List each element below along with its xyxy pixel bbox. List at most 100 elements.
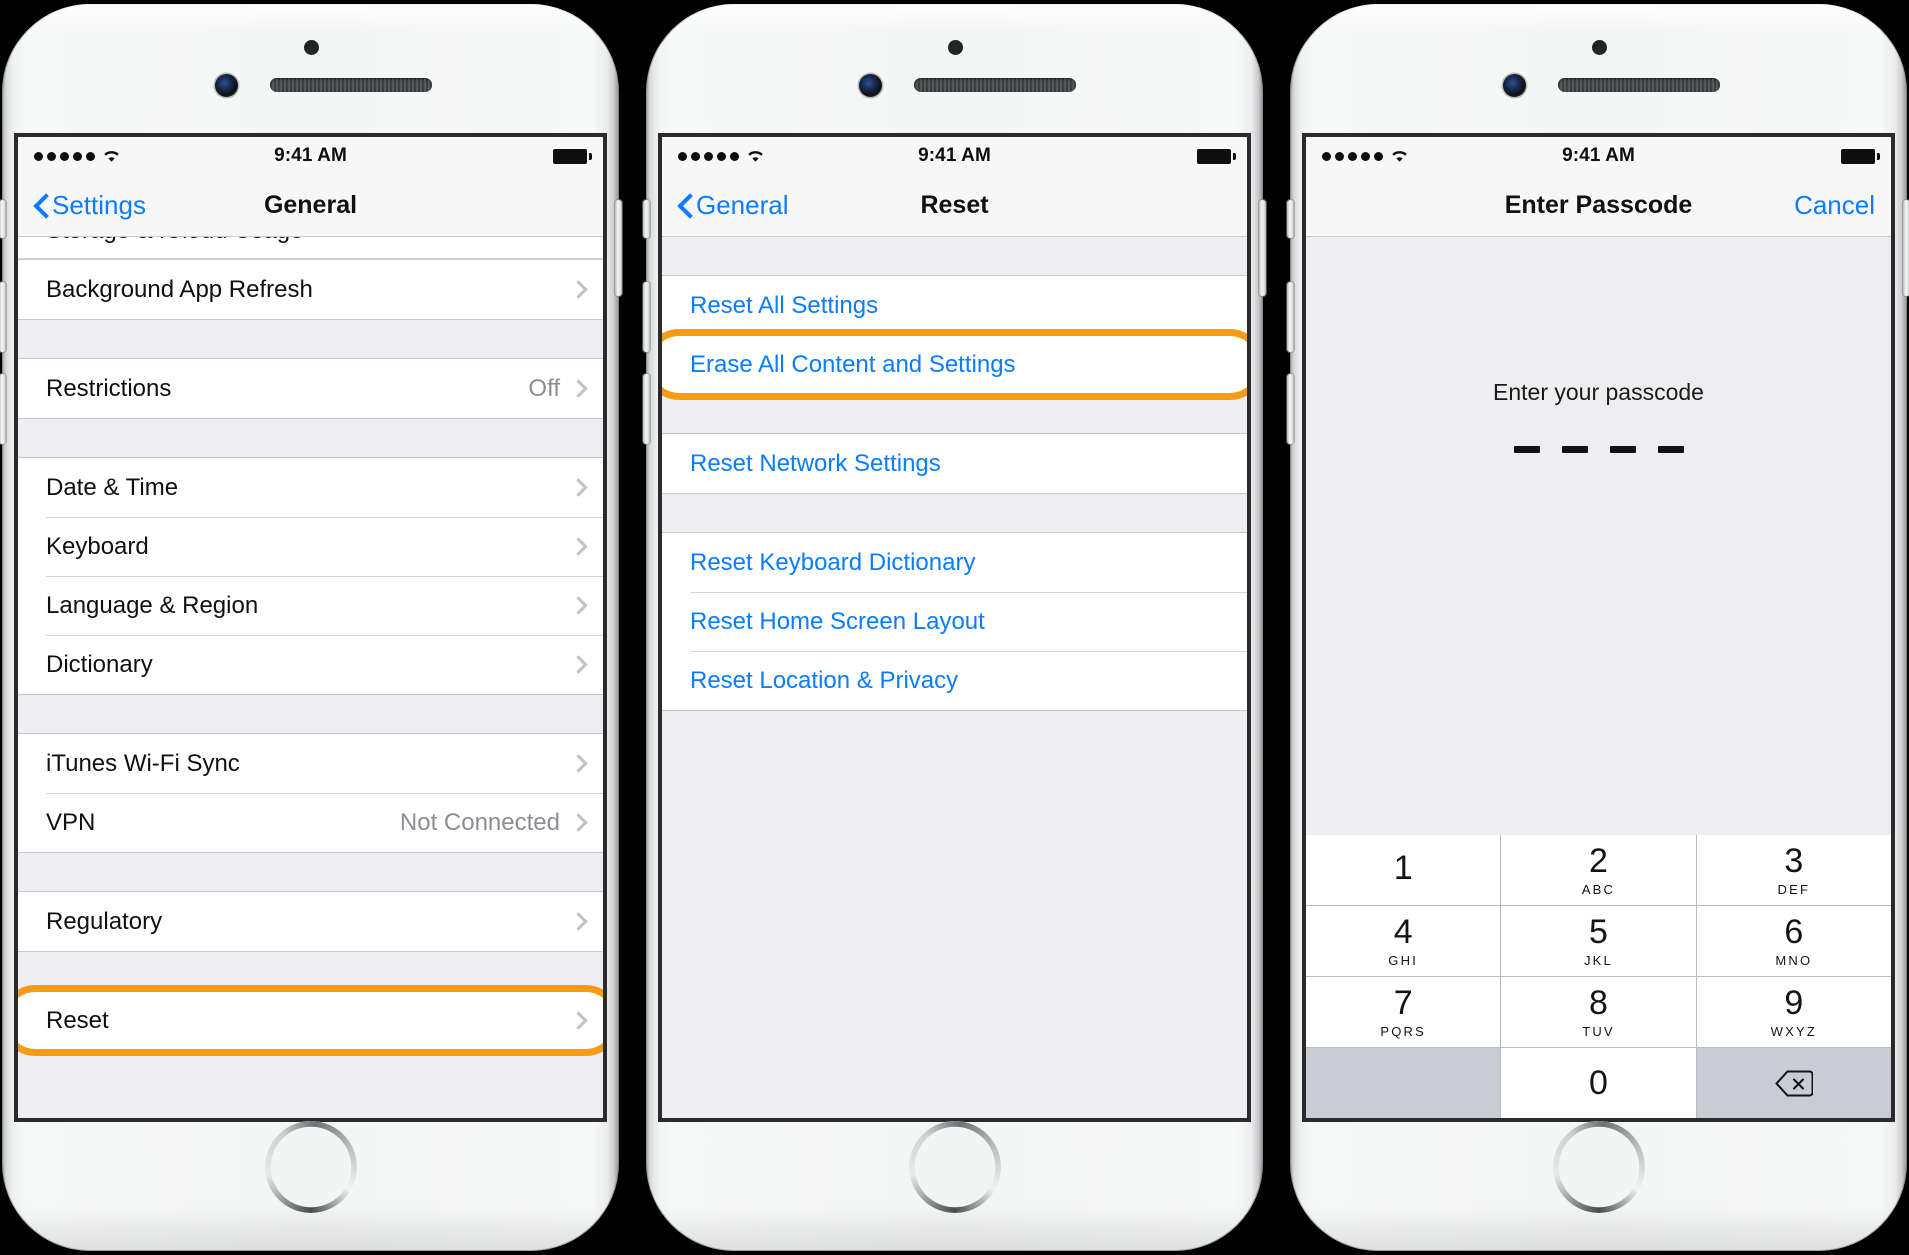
- battery-full-icon: [1197, 148, 1236, 164]
- list-item-reset-all-settings[interactable]: Reset All Settings: [662, 276, 1247, 335]
- chevron-right-icon: [569, 379, 588, 398]
- list-item-language-region[interactable]: Language & Region: [18, 576, 603, 635]
- passcode-dash: [1561, 446, 1588, 453]
- list-item-background-app-refresh[interactable]: Background App Refresh: [18, 260, 603, 319]
- keypad-letters: PQRS: [1380, 1024, 1426, 1039]
- passcode-body: Enter your passcode 1 2 ABC 3 DEF 4 GHI …: [1306, 237, 1891, 1118]
- group-spacer: [18, 952, 603, 990]
- group-spacer: [18, 695, 603, 733]
- battery-full-icon: [553, 148, 592, 164]
- chevron-right-icon: [569, 537, 588, 556]
- backspace-icon: [1774, 1070, 1814, 1097]
- group-spacer: [18, 853, 603, 891]
- group-spacer: [662, 237, 1247, 275]
- power-button[interactable]: [615, 200, 622, 296]
- list-item-itunes-wifi-sync[interactable]: iTunes Wi-Fi Sync: [18, 734, 603, 793]
- list-item-reset-network-settings[interactable]: Reset Network Settings: [662, 434, 1247, 493]
- list-item-dictionary[interactable]: Dictionary: [18, 635, 603, 694]
- keypad-digit: 7: [1393, 984, 1413, 1022]
- list-item-regulatory[interactable]: Regulatory: [18, 892, 603, 951]
- keypad-letters: TUV: [1582, 1024, 1615, 1039]
- volume-down-button[interactable]: [643, 374, 650, 444]
- keypad-digit: 9: [1784, 984, 1804, 1022]
- list-item-reset-home-screen-layout[interactable]: Reset Home Screen Layout: [662, 592, 1247, 651]
- status-bar-2: 9:41 AM: [662, 137, 1247, 175]
- passcode-dash: [1609, 446, 1636, 453]
- list-item-reset-location-privacy[interactable]: Reset Location & Privacy: [662, 651, 1247, 710]
- list-item-reset[interactable]: Reset: [18, 991, 603, 1050]
- volume-up-button[interactable]: [0, 282, 6, 352]
- keypad-digit: 5: [1589, 913, 1608, 951]
- chevron-right-icon: [569, 596, 588, 615]
- keypad-key-6[interactable]: 6 MNO: [1696, 906, 1891, 976]
- keypad-digit: 2: [1589, 842, 1608, 880]
- chevron-right-icon: [569, 912, 588, 931]
- volume-down-button[interactable]: [1287, 374, 1294, 444]
- keypad-letters: ABC: [1581, 882, 1616, 897]
- keypad-digit: 3: [1784, 842, 1804, 880]
- cancel-button[interactable]: Cancel: [1794, 190, 1875, 221]
- screenshot-stage: 9:41 AM Settings General Storage & iClou…: [0, 0, 1909, 1255]
- list-item-date-time[interactable]: Date & Time: [18, 458, 603, 517]
- numeric-keypad: 1 2 ABC 3 DEF 4 GHI 5 JKL 6 MNO 7 PQRS 8…: [1306, 835, 1891, 1118]
- list-item-erase-all-content-and-settings[interactable]: Erase All Content and Settings: [662, 335, 1247, 394]
- keypad-letters: DEF: [1777, 882, 1811, 897]
- silent-switch[interactable]: [1287, 200, 1294, 238]
- nav-bar-general: Settings General: [18, 175, 603, 237]
- back-button-general[interactable]: General: [678, 190, 789, 221]
- list-item-label: Erase All Content and Settings: [690, 350, 1016, 378]
- back-button-settings[interactable]: Settings: [34, 190, 146, 221]
- list-item-restrictions[interactable]: Restrictions Off: [18, 359, 603, 418]
- battery-full-icon: [1841, 148, 1880, 164]
- status-clock: 9:41 AM: [274, 145, 347, 166]
- proximity-sensor-icon: [1591, 40, 1607, 55]
- silent-switch[interactable]: [643, 200, 650, 238]
- front-camera-icon: [858, 74, 882, 97]
- settings-list-1[interactable]: Storage & iCloud Usage Background App Re…: [18, 237, 603, 1118]
- keypad-key-4[interactable]: 4 GHI: [1306, 906, 1501, 976]
- keypad-key-delete[interactable]: [1696, 1048, 1891, 1118]
- group-spacer: [18, 1051, 603, 1111]
- keypad-digit: 8: [1589, 984, 1608, 1022]
- list-item-value: Off: [528, 374, 560, 402]
- keypad-key-1[interactable]: 1: [1306, 835, 1501, 905]
- chevron-left-icon: [678, 194, 692, 218]
- list-item-label: iTunes Wi-Fi Sync: [46, 749, 240, 777]
- home-button[interactable]: [1552, 1121, 1645, 1213]
- volume-down-button[interactable]: [0, 374, 6, 444]
- settings-group-2: Restrictions Off: [18, 358, 603, 419]
- list-item-value: Not Connected: [399, 808, 560, 836]
- silent-switch[interactable]: [0, 200, 6, 238]
- keypad-letters: JKL: [1583, 953, 1613, 968]
- keypad-key-2[interactable]: 2 ABC: [1501, 835, 1696, 905]
- screen-general-settings: 9:41 AM Settings General Storage & iClou…: [14, 133, 607, 1122]
- list-item-label: Reset All Settings: [690, 291, 879, 319]
- passcode-dashes: [1306, 446, 1891, 453]
- volume-up-button[interactable]: [643, 282, 650, 352]
- keypad-key-9[interactable]: 9 WXYZ: [1696, 977, 1891, 1047]
- keypad-key-5[interactable]: 5 JKL: [1501, 906, 1696, 976]
- keypad-letters: MNO: [1775, 953, 1813, 968]
- iphone-device-2: 9:41 AM General Reset Reset All Settings: [643, 4, 1266, 1251]
- keypad-key-8[interactable]: 8 TUV: [1501, 977, 1696, 1047]
- earpiece-speaker: [913, 78, 1076, 92]
- list-item-label: Regulatory: [46, 907, 163, 935]
- iphone-device-1: 9:41 AM Settings General Storage & iClou…: [0, 4, 622, 1251]
- home-button[interactable]: [264, 1121, 357, 1213]
- reset-list[interactable]: Reset All Settings Erase All Content and…: [662, 237, 1247, 1118]
- keypad-key-7[interactable]: 7 PQRS: [1306, 977, 1501, 1047]
- reset-group-2: Reset Network Settings: [662, 433, 1247, 494]
- home-button[interactable]: [908, 1121, 1001, 1213]
- list-item-vpn[interactable]: VPN Not Connected: [18, 793, 603, 852]
- keypad-key-0[interactable]: 0: [1501, 1048, 1696, 1118]
- keypad-key-3[interactable]: 3 DEF: [1696, 835, 1891, 905]
- passcode-dash: [1657, 446, 1684, 453]
- list-item-storage-icloud-usage[interactable]: Storage & iCloud Usage: [18, 237, 603, 259]
- list-item-reset-keyboard-dictionary[interactable]: Reset Keyboard Dictionary: [662, 533, 1247, 592]
- list-item-keyboard[interactable]: Keyboard: [18, 517, 603, 576]
- volume-up-button[interactable]: [1287, 282, 1294, 352]
- power-button[interactable]: [1259, 200, 1266, 296]
- power-button[interactable]: [1903, 200, 1909, 296]
- reset-group-3: Reset Keyboard Dictionary Reset Home Scr…: [662, 532, 1247, 711]
- list-item-label: Keyboard: [46, 532, 149, 560]
